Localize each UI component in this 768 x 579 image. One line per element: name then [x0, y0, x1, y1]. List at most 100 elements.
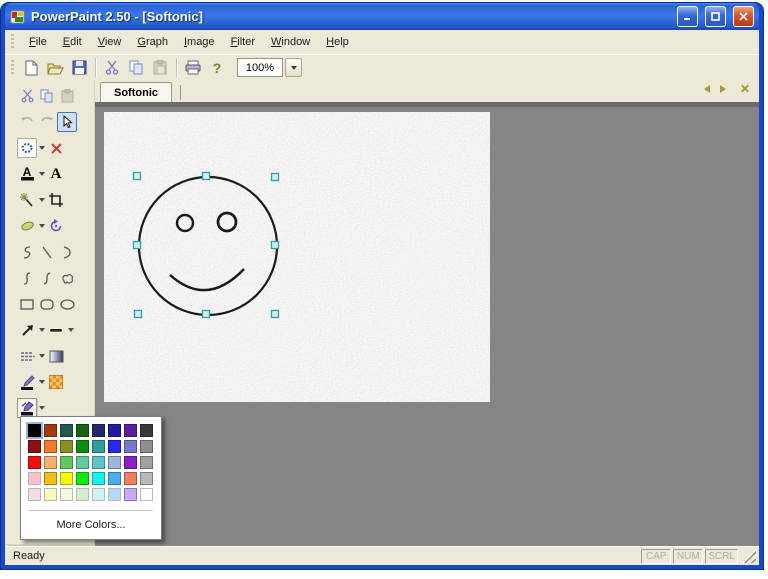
color-swatch-156415[interactable] [76, 424, 89, 437]
menu-file[interactable]: File [21, 33, 55, 51]
line-tool[interactable] [37, 242, 57, 262]
color-swatch-5cc4c4[interactable] [92, 456, 105, 469]
color-swatch-7878c8[interactable] [124, 440, 137, 453]
menu-view[interactable]: View [90, 33, 130, 51]
rotate-tool[interactable] [46, 216, 66, 236]
tab-scroll-right-icon[interactable] [720, 84, 730, 93]
copy-tool[interactable] [37, 86, 57, 106]
new-button[interactable] [19, 57, 43, 79]
color-swatch-f8f8b8[interactable] [44, 488, 57, 501]
color-swatch-f5b06e[interactable] [44, 456, 57, 469]
rounded-rectangle-tool[interactable] [37, 294, 57, 314]
menu-filter[interactable]: Filter [223, 33, 263, 51]
save-button[interactable] [67, 57, 91, 79]
color-swatch-10e810[interactable] [76, 472, 89, 485]
marquee-dropdown[interactable] [37, 144, 46, 153]
toolbar-grip[interactable] [11, 59, 14, 76]
cut-button[interactable] [100, 57, 124, 79]
pattern-tool[interactable] [17, 346, 37, 366]
pattern-dropdown[interactable] [37, 352, 46, 361]
eraser-tool[interactable] [17, 216, 37, 236]
copy-button[interactable] [124, 57, 148, 79]
close-button[interactable] [733, 6, 754, 27]
zoom-dropdown-button[interactable] [285, 58, 302, 77]
color-swatch-d0f0d0[interactable] [76, 488, 89, 501]
color-swatch-a0a0a0[interactable] [140, 456, 153, 469]
dash-line-dropdown[interactable] [66, 326, 75, 335]
menu-graph[interactable]: Graph [129, 33, 176, 51]
closed-curve-tool[interactable] [57, 268, 77, 288]
color-swatch-18f0f0[interactable] [92, 472, 105, 485]
color-swatch-f8f8dc[interactable] [60, 488, 73, 501]
color-swatch-b4d8f8[interactable] [108, 488, 121, 501]
color-swatch-8e1ec8[interactable] [124, 456, 137, 469]
menu-window[interactable]: Window [263, 33, 318, 51]
color-swatch-ffffff[interactable] [140, 488, 153, 501]
tab-close-icon[interactable] [740, 84, 749, 93]
curve-tool[interactable] [17, 268, 37, 288]
drawing-canvas[interactable] [104, 112, 490, 402]
maximize-button[interactable] [705, 6, 726, 27]
font-color-dropdown[interactable] [37, 170, 46, 179]
color-swatch-0e8e0e[interactable] [76, 440, 89, 453]
minimize-button[interactable] [677, 6, 698, 27]
color-swatch-8e8e8e[interactable] [140, 440, 153, 453]
undo-tool[interactable] [17, 112, 37, 132]
color-swatch-5a1ea0[interactable] [124, 424, 137, 437]
color-swatch-5ecc96[interactable] [76, 456, 89, 469]
select-pointer-tool[interactable] [57, 112, 77, 132]
menu-edit[interactable]: Edit [55, 33, 90, 51]
fill-color-dropdown[interactable] [37, 404, 46, 413]
help-button[interactable]: ? [205, 57, 229, 79]
crop-tool[interactable] [46, 190, 66, 210]
color-swatch-62c862[interactable] [60, 456, 73, 469]
zoom-combo[interactable]: 100% [237, 58, 302, 77]
paste-tool[interactable] [57, 86, 77, 106]
texture-tool[interactable] [46, 372, 66, 392]
menubar-grip[interactable] [11, 34, 14, 50]
magic-wand-dropdown[interactable] [37, 196, 46, 205]
pen-color-tool[interactable] [17, 372, 37, 392]
color-swatch-f8c0cc[interactable] [28, 472, 41, 485]
color-swatch-2828f0[interactable] [108, 440, 121, 453]
more-colors-button[interactable]: More Colors... [28, 516, 154, 536]
color-swatch-f01010[interactable] [28, 456, 41, 469]
color-swatch-48b0f0[interactable] [108, 472, 121, 485]
color-swatch-1d1da0[interactable] [108, 424, 121, 437]
color-swatch-8e8e28[interactable] [60, 440, 73, 453]
color-swatch-ccf4f4[interactable] [92, 488, 105, 501]
redo-tool[interactable] [37, 112, 57, 132]
color-swatch-8e1010[interactable] [28, 440, 41, 453]
fill-color-tool[interactable] [17, 398, 37, 418]
color-swatch-9eb4dc[interactable] [108, 456, 121, 469]
color-swatch-3a3a3a[interactable] [140, 424, 153, 437]
menu-help[interactable]: Help [318, 33, 357, 51]
arrow-tool[interactable] [17, 320, 37, 340]
delete-tool[interactable] [46, 138, 66, 158]
font-color-tool[interactable]: A [17, 164, 37, 184]
color-swatch-f8f800[interactable] [60, 472, 73, 485]
color-swatch-26266e[interactable] [92, 424, 105, 437]
color-swatch-f07b28[interactable] [44, 440, 57, 453]
tab-scroll-left-icon[interactable] [700, 84, 710, 93]
print-button[interactable] [181, 57, 205, 79]
eraser-dropdown[interactable] [37, 222, 46, 231]
magic-wand-tool[interactable] [17, 190, 37, 210]
color-swatch-1e5a50[interactable] [60, 424, 73, 437]
zoom-value[interactable]: 100% [237, 58, 283, 77]
color-swatch-b8b8b8[interactable] [140, 472, 153, 485]
tab-softonic[interactable]: Softonic [100, 82, 172, 102]
gradient-tool[interactable] [46, 346, 66, 366]
dash-line-tool[interactable] [46, 320, 66, 340]
color-swatch-a33a10[interactable] [44, 424, 57, 437]
color-swatch-000000[interactable] [26, 422, 43, 439]
arc-tool[interactable] [57, 242, 77, 262]
open-button[interactable] [43, 57, 67, 79]
text-tool[interactable]: A [46, 164, 66, 184]
freehand-tool[interactable] [17, 242, 37, 262]
color-swatch-f08060[interactable] [124, 472, 137, 485]
curve-2-tool[interactable] [37, 268, 57, 288]
color-swatch-c8a8f8[interactable] [124, 488, 137, 501]
color-swatch-2e9e9e[interactable] [92, 440, 105, 453]
paste-button[interactable] [148, 57, 172, 79]
